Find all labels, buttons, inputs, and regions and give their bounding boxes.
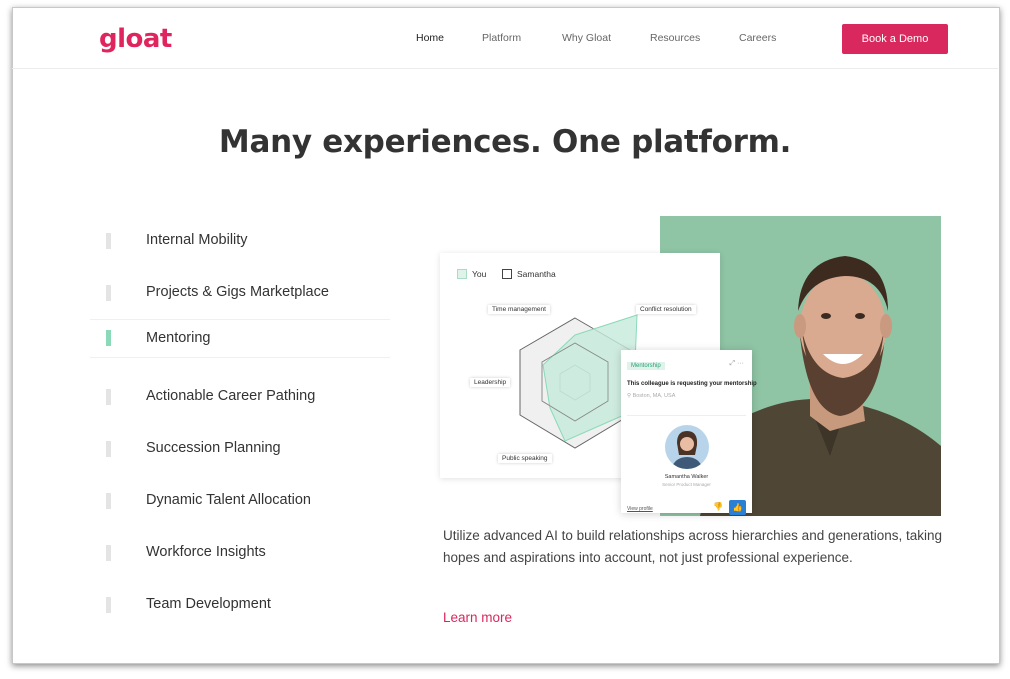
menu-indicator-active <box>106 330 111 346</box>
legend-swatch-you <box>457 269 467 279</box>
menu-item-projects-gigs[interactable]: Projects & Gigs Marketplace <box>90 275 390 311</box>
menu-item-team-development[interactable]: Team Development <box>90 587 390 623</box>
menu-item-talent-allocation[interactable]: Dynamic Talent Allocation <box>90 483 390 519</box>
nav-resources[interactable]: Resources <box>650 32 700 44</box>
card-divider <box>627 415 746 416</box>
axis-label-time-management: Time management <box>488 305 550 314</box>
book-demo-button[interactable]: Book a Demo <box>842 24 948 54</box>
menu-indicator <box>106 493 111 509</box>
location-pin-icon: ⚲ <box>627 393 632 399</box>
thumbs-up-button[interactable]: 👍 <box>729 500 746 515</box>
mentorship-request-card: Mentorship ⤢ ··· This colleague is reque… <box>621 350 757 515</box>
avatar <box>665 425 709 469</box>
learn-more-link[interactable]: Learn more <box>443 610 512 625</box>
menu-item-internal-mobility[interactable]: Internal Mobility <box>90 223 390 259</box>
page-title: Many experiences. One platform. <box>218 124 792 160</box>
menu-item-label: Succession Planning <box>146 440 281 456</box>
mentorship-tag: Mentorship <box>627 362 665 370</box>
location-value: Boston, MA, USA <box>632 393 676 399</box>
location-text: ⚲ Boston, MA, USA <box>627 393 675 399</box>
thumbs-down-icon[interactable]: 👎 <box>713 502 723 511</box>
view-profile-link[interactable]: View profile <box>627 506 653 512</box>
feature-description: Utilize advanced AI to build relationshi… <box>443 528 943 565</box>
request-title: This colleague is requesting your mentor… <box>627 381 757 387</box>
menu-item-label: Workforce Insights <box>146 544 266 560</box>
legend-label: Samantha <box>517 269 556 279</box>
menu-item-label: Team Development <box>146 596 271 612</box>
menu-item-succession-planning[interactable]: Succession Planning <box>90 431 390 467</box>
menu-item-label: Projects & Gigs Marketplace <box>146 284 329 300</box>
menu-item-label: Mentoring <box>146 330 211 346</box>
nav-platform[interactable]: Platform <box>482 32 521 44</box>
more-options-icon[interactable]: ⤢ ··· <box>729 360 744 368</box>
legend-swatch-samantha <box>502 269 512 279</box>
menu-item-mentoring[interactable]: Mentoring <box>90 319 390 358</box>
menu-indicator <box>106 285 111 301</box>
menu-indicator <box>106 597 111 613</box>
menu-indicator <box>106 441 111 457</box>
person-name: Samantha Walker <box>664 474 709 480</box>
nav-careers[interactable]: Careers <box>739 32 776 44</box>
menu-item-label: Internal Mobility <box>146 232 248 248</box>
legend-label: You <box>472 269 487 279</box>
axis-label-public-speaking: Public speaking <box>498 454 552 463</box>
axis-label-leadership: Leadership <box>470 378 511 387</box>
nav-home[interactable]: Home <box>416 32 444 44</box>
legend-samantha: Samantha <box>502 269 556 279</box>
menu-item-label: Dynamic Talent Allocation <box>146 492 311 508</box>
menu-indicator <box>106 389 111 405</box>
menu-item-career-pathing[interactable]: Actionable Career Pathing <box>90 379 390 415</box>
gloat-logo[interactable]: gloat <box>99 24 172 54</box>
menu-item-label: Actionable Career Pathing <box>146 388 316 404</box>
menu-item-workforce-insights[interactable]: Workforce Insights <box>90 535 390 571</box>
nav-why-gloat[interactable]: Why Gloat <box>562 32 611 44</box>
person-role: Senior Product Manager <box>662 482 711 487</box>
header-divider <box>12 68 998 69</box>
axis-label-conflict-resolution: Conflict resolution <box>636 305 696 314</box>
legend-you: You <box>457 269 486 279</box>
menu-indicator <box>106 545 111 561</box>
menu-indicator <box>106 233 111 249</box>
thumbs-up-icon: 👍 <box>732 503 743 512</box>
